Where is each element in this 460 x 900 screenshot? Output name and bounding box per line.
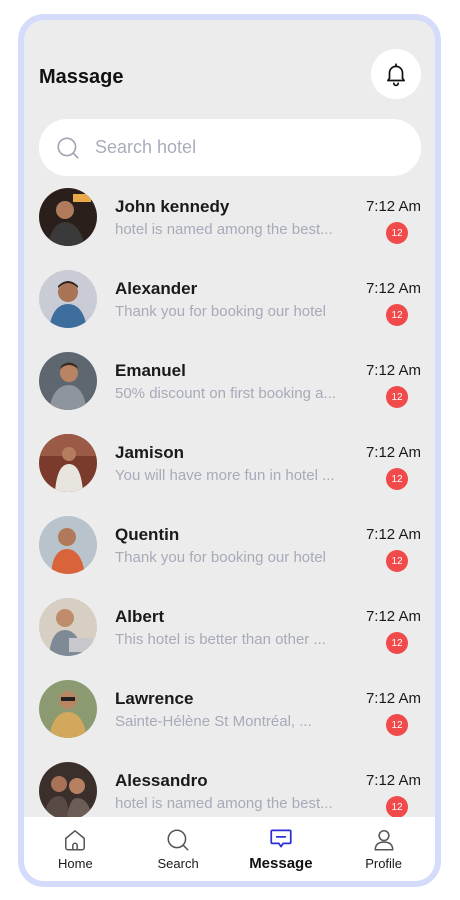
- phone-frame: Massage Search hotel John kennedy hotel …: [18, 14, 441, 887]
- avatar: [39, 598, 97, 656]
- avatar: [39, 680, 97, 738]
- search-bar[interactable]: Search hotel: [39, 119, 421, 176]
- contact-name: Lawrence: [115, 689, 194, 708]
- contact-name: Albert: [115, 607, 165, 626]
- nav-message[interactable]: Message: [236, 826, 326, 872]
- message-time: 7:12 Am: [365, 608, 421, 625]
- avatar: [39, 434, 97, 492]
- contact-name: Alexander: [115, 279, 198, 298]
- message-preview: 50% discount on first booking a...: [115, 385, 336, 402]
- nav-profile-label: Profile: [365, 856, 403, 871]
- message-preview: Thank you for booking our hotel: [115, 549, 326, 566]
- avatar: [39, 762, 97, 820]
- contact-name: Emanuel: [115, 361, 186, 380]
- search-icon: [167, 829, 189, 851]
- message-preview: hotel is named among the best...: [115, 221, 333, 238]
- avatar: [39, 270, 97, 328]
- list-item[interactable]: Quentin Thank you for booking our hotel …: [24, 512, 435, 594]
- unread-badge: 12: [386, 222, 408, 244]
- contact-name: Quentin: [115, 525, 180, 544]
- nav-home-label: Home: [58, 856, 93, 871]
- search-input[interactable]: Search hotel: [95, 137, 196, 158]
- unread-badge: 12: [386, 386, 408, 408]
- message-preview: Sainte-Hélène St Montréal, ...: [115, 713, 312, 730]
- avatar: [39, 516, 97, 574]
- message-time: 7:12 Am: [365, 690, 421, 707]
- bottom-nav: Home Search Message Profile: [24, 817, 435, 881]
- unread-badge: 12: [386, 304, 408, 326]
- contact-name: John kennedy: [115, 197, 230, 216]
- message-time: 7:12 Am: [365, 362, 421, 379]
- page-title: Massage: [39, 66, 124, 88]
- avatar: [39, 188, 97, 246]
- message-preview: This hotel is better than other ...: [115, 631, 326, 648]
- contact-name: Jamison: [115, 443, 184, 462]
- home-icon: [65, 830, 86, 851]
- message-preview: Thank you for booking our hotel: [115, 303, 326, 320]
- message-time: 7:12 Am: [365, 772, 421, 789]
- unread-badge: 12: [386, 632, 408, 654]
- header: Massage: [24, 20, 435, 120]
- list-item[interactable]: Emanuel 50% discount on first booking a.…: [24, 348, 435, 430]
- message-icon: [270, 829, 292, 848]
- unread-badge: 12: [386, 714, 408, 736]
- message-preview: You will have more fun in hotel ...: [115, 467, 335, 484]
- list-item[interactable]: Jamison You will have more fun in hotel …: [24, 430, 435, 512]
- unread-badge: 12: [386, 550, 408, 572]
- notification-button[interactable]: [371, 49, 421, 99]
- message-time: 7:12 Am: [365, 444, 421, 461]
- unread-badge: 12: [386, 796, 408, 818]
- message-time: 7:12 Am: [365, 198, 421, 215]
- list-item[interactable]: Albert This hotel is better than other .…: [24, 594, 435, 676]
- profile-icon: [374, 830, 394, 851]
- nav-home[interactable]: Home: [30, 827, 120, 871]
- list-item[interactable]: John kennedy hotel is named among the be…: [24, 184, 435, 266]
- message-time: 7:12 Am: [365, 526, 421, 543]
- list-item[interactable]: Lawrence Sainte-Hélène St Montréal, ... …: [24, 676, 435, 758]
- avatar: [39, 352, 97, 410]
- bell-icon: [387, 63, 405, 87]
- nav-message-label: Message: [249, 855, 313, 872]
- message-time: 7:12 Am: [365, 280, 421, 297]
- contact-name: Alessandro: [115, 771, 208, 790]
- nav-search[interactable]: Search: [133, 827, 223, 871]
- nav-search-label: Search: [157, 856, 199, 871]
- message-list: John kennedy hotel is named among the be…: [24, 184, 435, 840]
- unread-badge: 12: [386, 468, 408, 490]
- search-icon: [57, 136, 79, 159]
- message-preview: hotel is named among the best...: [115, 795, 333, 812]
- nav-profile[interactable]: Profile: [339, 827, 429, 871]
- list-item[interactable]: Alexander Thank you for booking our hote…: [24, 266, 435, 348]
